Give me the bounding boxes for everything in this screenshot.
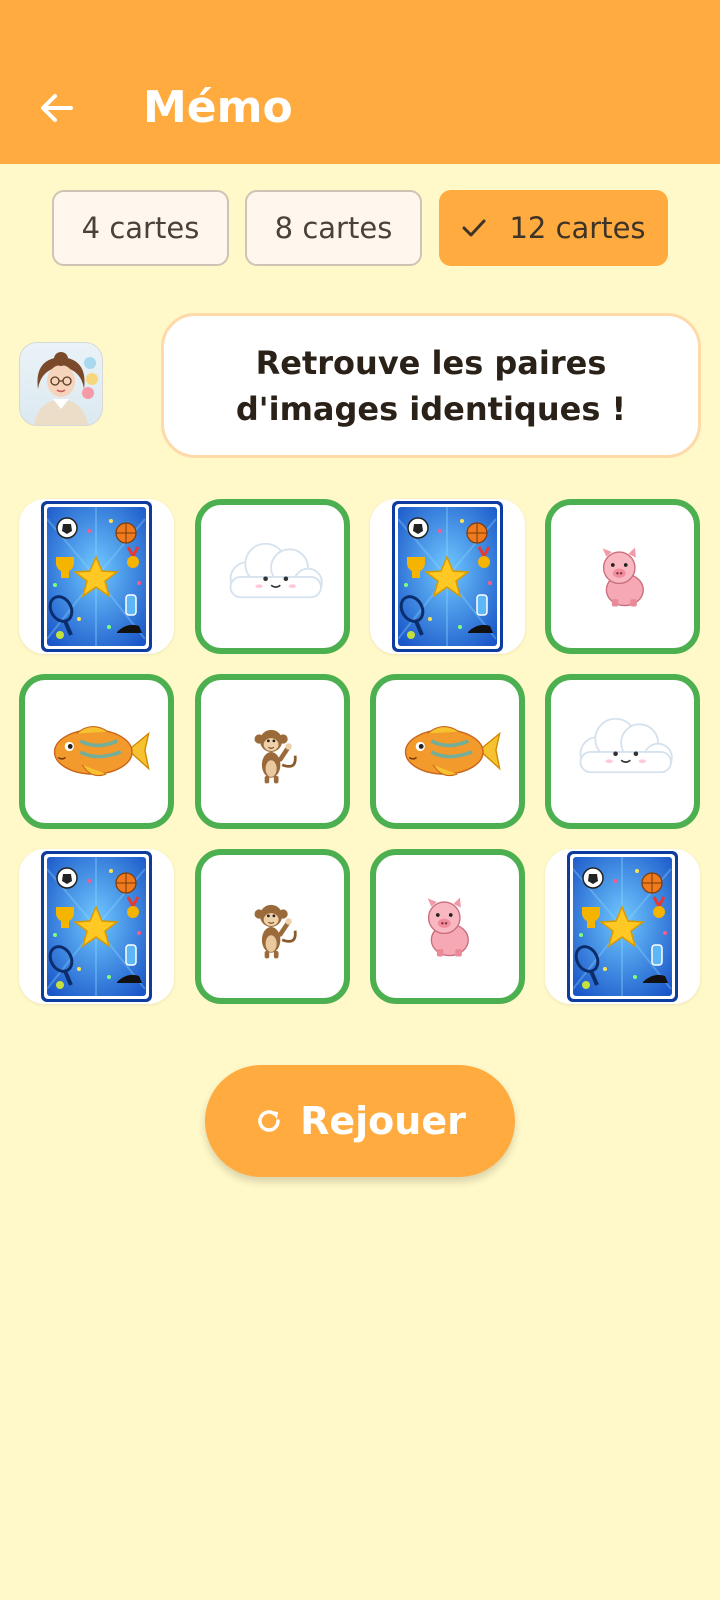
cloud-icon [551,680,694,823]
instruction-bubble: Retrouve les paires d'images identiques … [161,313,701,458]
instruction-text: Retrouve les paires d'images identiques … [235,343,627,428]
pig-icon [376,855,519,998]
fish-icon [25,680,168,823]
card-3-face-down[interactable] [370,499,525,654]
check-icon [461,215,487,241]
card-12-face-down[interactable] [545,849,700,1004]
monkey-icon [201,855,344,998]
monkey-icon [201,680,344,823]
card-1-face-down[interactable] [19,499,174,654]
mode-chip-label: 4 cartes [81,211,200,245]
arrow-left-icon [38,90,74,126]
cloud-icon [201,505,344,648]
card-4-matched[interactable] [545,499,700,654]
card-back-icon [19,499,174,654]
card-back-icon [370,499,525,654]
card-11-matched[interactable] [370,849,525,1004]
replay-label: Rejouer [300,1099,466,1143]
back-button[interactable] [34,86,78,130]
card-2-matched[interactable] [195,499,350,654]
app-bar: Mémo [0,0,720,164]
mode-chip-label: 12 cartes [509,211,646,245]
pig-icon [551,505,694,648]
refresh-icon [254,1106,284,1136]
mode-chip-12-cards[interactable]: 12 cartes [439,190,668,266]
card-5-matched[interactable] [19,674,174,829]
mode-chip-8-cards[interactable]: 8 cartes [245,190,422,266]
fish-icon [376,680,519,823]
mode-chip-4-cards[interactable]: 4 cartes [52,190,229,266]
card-7-matched[interactable] [370,674,525,829]
card-back-icon [545,849,700,1004]
card-10-matched[interactable] [195,849,350,1004]
page-title: Mémo [143,82,293,133]
teacher-avatar [19,342,103,426]
card-6-matched[interactable] [195,674,350,829]
card-9-face-down[interactable] [19,849,174,1004]
card-8-matched[interactable] [545,674,700,829]
mode-chip-label: 8 cartes [274,211,393,245]
card-back-icon [19,849,174,1004]
replay-button[interactable]: Rejouer [205,1065,515,1177]
